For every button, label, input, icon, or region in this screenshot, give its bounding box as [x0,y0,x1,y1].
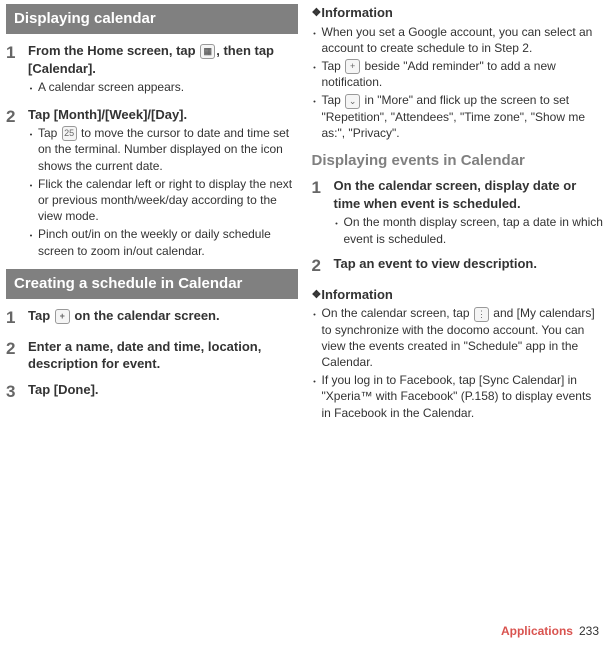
bullet-dot: ･ [312,305,318,370]
step-2: 2 Tap [Month]/[Week]/[Day]. ･ Tap 25 to … [6,106,298,259]
bullet-dot: ･ [28,79,34,97]
step-title: Tap + on the calendar screen. [28,307,298,330]
bullet-dot: ･ [312,372,318,421]
subheading-displaying-events: Displaying events in Calendar [312,151,604,171]
bullet-text: A calendar screen appears. [38,79,184,97]
plus-icon: + [345,59,360,74]
step-r1: 1 On the calendar screen, display date o… [312,177,604,246]
step-title-a: Tap [28,308,54,323]
step-title: Tap an event to view description. [334,255,604,278]
bullet-dot: ･ [28,176,34,225]
calendar-25-icon: 25 [62,126,77,141]
info-heading: ❖Information [312,4,604,22]
bullet-text: When you set a Google account, you can s… [322,24,604,56]
step-r2: 2 Tap an event to view description. [312,255,604,278]
bullet-text: Flick the calendar left or right to disp… [38,176,298,225]
step-number: 2 [6,338,20,373]
step-1: 1 From the Home screen, tap ▦, then tap … [6,42,298,97]
bullet-text: Tap 25 to move the cursor to date and ti… [38,125,298,174]
bullet-dot: ･ [312,92,318,141]
step-body: Tap [Month]/[Week]/[Day]. ･ Tap 25 to mo… [28,106,298,259]
step-number: 1 [6,42,20,97]
bullet-dot: ･ [334,214,340,246]
bullet: ･ Tap + beside "Add reminder" to add a n… [312,58,604,91]
page: Displaying calendar 1 From the Home scre… [0,0,609,421]
bullet-text: On the month display screen, tap a date … [344,214,604,246]
bullet: ･ Flick the calendar left or right to di… [28,176,298,225]
footer: Applications 233 [501,623,599,639]
page-number: 233 [579,624,599,638]
step-body: From the Home screen, tap ▦, then tap [C… [28,42,298,97]
step-body: On the calendar screen, display date or … [334,177,604,246]
bullet: ･ When you set a Google account, you can… [312,24,604,56]
bullet-text: Tap + beside "Add reminder" to add a new… [322,58,604,91]
bullet-post: in "More" and flick up the screen to set… [322,93,586,140]
bullet-dot: ･ [312,58,318,91]
bullet: ･ If you log in to Facebook, tap [Sync C… [312,372,604,421]
section-header-creating-schedule: Creating a schedule in Calendar [6,269,298,299]
grid-icon: ▦ [200,44,215,59]
diamond-icon: ❖ [312,288,322,303]
step-number: 1 [312,177,326,246]
step-title: From the Home screen, tap ▦, then tap [C… [28,43,274,76]
step-number: 2 [312,255,326,278]
step-title: On the calendar screen, display date or … [334,177,604,212]
step-title: Tap [Done]. [28,381,298,404]
bullet: ･ Pinch out/in on the weekly or daily sc… [28,226,298,258]
chevron-down-icon: ⌄ [345,94,360,109]
diamond-icon: ❖ [312,6,322,21]
overflow-menu-icon: ⋮ [474,307,489,322]
plus-icon: + [55,309,70,324]
step-1b: 1 Tap + on the calendar screen. [6,307,298,330]
info-heading: ❖Information [312,286,604,304]
step-title: Enter a name, date and time, location, d… [28,338,298,373]
bullet: ･ On the month display screen, tap a dat… [334,214,604,246]
bullet-text: Tap ⌄ in "More" and flick up the screen … [322,92,604,141]
bullet-dot: ･ [312,24,318,56]
bullet-pre: On the calendar screen, tap [322,306,473,320]
bullet: ･ Tap 25 to move the cursor to date and … [28,125,298,174]
bullet-text: Pinch out/in on the weekly or daily sche… [38,226,298,258]
step-3b: 3 Tap [Done]. [6,381,298,404]
bullet: ･ A calendar screen appears. [28,79,298,97]
bullet: ･ On the calendar screen, tap ⋮ and [My … [312,305,604,370]
step-number: 1 [6,307,20,330]
bullet-text: On the calendar screen, tap ⋮ and [My ca… [322,305,604,370]
section-header-displaying-calendar: Displaying calendar [6,4,298,34]
right-column: ❖Information ･ When you set a Google acc… [312,4,604,421]
info-head-text: Information [321,5,393,20]
footer-label: Applications [501,624,573,638]
step-number: 3 [6,381,20,404]
step-number: 2 [6,106,20,259]
bullet-pre: Tap [322,93,345,107]
bullet-text: If you log in to Facebook, tap [Sync Cal… [322,372,604,421]
bullet-dot: ･ [28,226,34,258]
step-2b: 2 Enter a name, date and time, location,… [6,338,298,373]
bullet-pre: Tap [38,126,61,140]
bullet-pre: Tap [322,59,345,73]
info-head-text: Information [321,287,393,302]
bullet-dot: ･ [28,125,34,174]
bullet: ･ Tap ⌄ in "More" and flick up the scree… [312,92,604,141]
step-title-b: on the calendar screen. [71,308,220,323]
step-title-a: From the Home screen, tap [28,43,199,58]
step-title: Tap [Month]/[Week]/[Day]. [28,106,298,124]
left-column: Displaying calendar 1 From the Home scre… [6,4,298,421]
